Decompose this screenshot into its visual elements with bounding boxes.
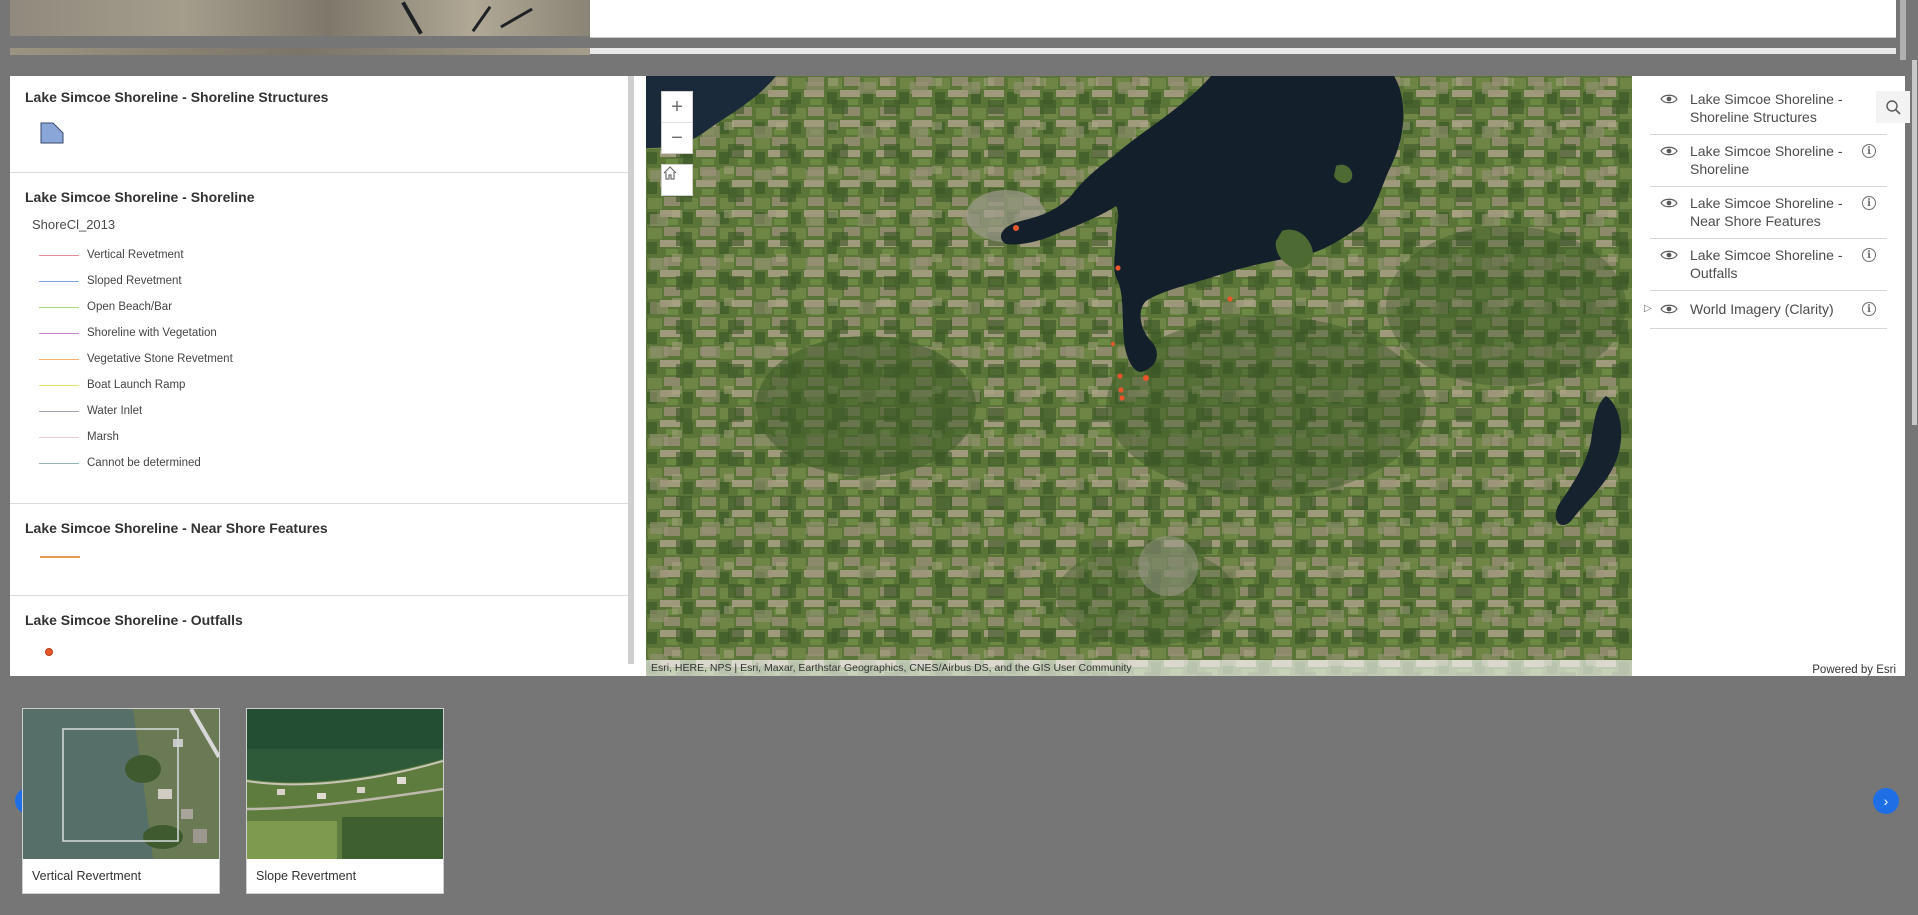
top-aerial-image-2 xyxy=(10,48,590,55)
search-icon xyxy=(1886,100,1901,115)
legend-section-structures: Lake Simcoe Shoreline - Shoreline Struct… xyxy=(10,76,630,173)
layer-label: Lake Simcoe Shoreline - Shoreline xyxy=(1690,143,1843,177)
home-icon xyxy=(663,166,677,180)
card-caption: Slope Revertment xyxy=(256,869,357,883)
legend-item: Boat Launch Ramp xyxy=(39,377,185,393)
carousel-card[interactable]: Vertical Revertment xyxy=(22,708,220,894)
legend-item: Vertical Revetment xyxy=(39,247,184,263)
legend-title: Lake Simcoe Shoreline - Shoreline xyxy=(25,189,255,205)
layer-item[interactable]: Lake Simcoe Shoreline - Outfalls i xyxy=(1650,246,1887,291)
legend-item-label: Vertical Revetment xyxy=(87,249,184,261)
line-swatch xyxy=(39,462,79,464)
legend-field-name: ShoreCl_2013 xyxy=(32,217,116,232)
expand-caret-icon[interactable]: ▷ xyxy=(1644,303,1652,314)
info-icon[interactable]: i xyxy=(1862,144,1876,158)
map-view[interactable]: + − Esri, HERE, NPS | Esri, Maxar, Earth… xyxy=(646,76,1632,676)
layer-list-panel: Lake Simcoe Shoreline - Shoreline Struct… xyxy=(1632,76,1905,676)
info-icon[interactable]: i xyxy=(1862,248,1876,262)
layer-label: World Imagery (Clarity) xyxy=(1690,301,1834,317)
card-caption: Vertical Revertment xyxy=(32,869,142,883)
outfall-point-swatch xyxy=(45,648,53,656)
line-swatch xyxy=(39,436,79,438)
info-icon[interactable]: i xyxy=(1862,302,1876,316)
legend-title: Lake Simcoe Shoreline - Shoreline Struct… xyxy=(25,89,329,105)
legend-item-label: Marsh xyxy=(87,431,119,443)
legend-item: Open Beach/Bar xyxy=(39,299,172,315)
card-thumbnail-image xyxy=(23,709,219,859)
line-swatch xyxy=(39,306,79,308)
map-attribution: Esri, HERE, NPS | Esri, Maxar, Earthstar… xyxy=(646,660,1632,676)
top-content-panel-2 xyxy=(590,48,1896,54)
legend-item-label: Shoreline with Vegetation xyxy=(87,327,217,339)
legend-item-label: Cannot be determined xyxy=(87,457,201,469)
home-button[interactable] xyxy=(661,164,693,196)
legend-title: Lake Simcoe Shoreline - Near Shore Featu… xyxy=(25,520,328,536)
legend-item-label: Sloped Revetment xyxy=(87,275,182,287)
line-swatch xyxy=(39,254,79,256)
satellite-imagery xyxy=(646,76,1632,676)
legend-item-label: Boat Launch Ramp xyxy=(87,379,186,391)
legend-item-label: Open Beach/Bar xyxy=(87,301,173,313)
near-shore-swatch xyxy=(40,556,80,558)
card-thumbnail-image xyxy=(247,709,443,859)
line-swatch xyxy=(39,280,79,282)
carousel-next-button[interactable]: › xyxy=(1873,788,1899,814)
legend-section-outfalls: Lake Simcoe Shoreline - Outfalls xyxy=(10,595,630,676)
visibility-eye-icon[interactable] xyxy=(1660,144,1678,158)
visibility-eye-icon[interactable] xyxy=(1660,92,1678,106)
zoom-control: + − xyxy=(661,91,693,154)
line-swatch xyxy=(39,358,79,360)
layer-label: Lake Simcoe Shoreline - Outfalls xyxy=(1690,247,1843,281)
map-panel: Lake Simcoe Shoreline - Shoreline Struct… xyxy=(10,76,1910,676)
legend-item: Water Inlet xyxy=(39,403,142,419)
layer-item[interactable]: Lake Simcoe Shoreline - Shoreline i xyxy=(1650,142,1887,187)
info-icon[interactable]: i xyxy=(1862,196,1876,210)
layer-label: Lake Simcoe Shoreline - Shoreline Struct… xyxy=(1690,91,1843,125)
layer-label: Lake Simcoe Shoreline - Near Shore Featu… xyxy=(1690,195,1843,229)
visibility-eye-icon[interactable] xyxy=(1660,248,1678,262)
legend-scrollbar[interactable] xyxy=(628,76,634,664)
top-story-strip xyxy=(0,0,1918,60)
legend-item: Marsh xyxy=(39,429,119,445)
carousel-card[interactable]: Slope Revertment xyxy=(246,708,444,894)
legend-item: Sloped Revetment xyxy=(39,273,182,289)
top-scrollbar[interactable] xyxy=(1900,0,1906,60)
legend-item-label: Water Inlet xyxy=(87,405,143,417)
layer-item[interactable]: Lake Simcoe Shoreline - Near Shore Featu… xyxy=(1650,194,1887,239)
legend-item-label: Vegetative Stone Revetment xyxy=(87,353,233,365)
visibility-eye-icon[interactable] xyxy=(1660,196,1678,210)
top-aerial-image xyxy=(10,0,590,36)
legend-title: Lake Simcoe Shoreline - Outfalls xyxy=(25,612,243,628)
polygon-swatch-icon xyxy=(40,122,64,144)
legend-item: Cannot be determined xyxy=(39,455,201,471)
legend-section-shoreline: Lake Simcoe Shoreline - Shoreline ShoreC… xyxy=(10,172,630,504)
visibility-eye-icon[interactable] xyxy=(1660,302,1678,316)
line-swatch xyxy=(39,332,79,334)
page-scrollbar[interactable] xyxy=(1912,60,1917,425)
line-swatch xyxy=(39,410,79,412)
line-swatch xyxy=(39,384,79,386)
powered-by-esri: Powered by Esri xyxy=(1812,664,1896,676)
legend-section-near-shore: Lake Simcoe Shoreline - Near Shore Featu… xyxy=(10,503,630,596)
top-content-panel xyxy=(590,0,1896,38)
legend-panel: Lake Simcoe Shoreline - Shoreline Struct… xyxy=(10,76,630,676)
legend-item: Vegetative Stone Revetment xyxy=(39,351,233,367)
zoom-in-button[interactable]: + xyxy=(662,92,692,122)
layer-item[interactable]: Lake Simcoe Shoreline - Shoreline Struct… xyxy=(1650,90,1887,135)
zoom-out-button[interactable]: − xyxy=(662,122,692,153)
layer-item[interactable]: ▷ World Imagery (Clarity) i xyxy=(1644,300,1887,329)
legend-item: Shoreline with Vegetation xyxy=(39,325,217,341)
search-button[interactable] xyxy=(1876,91,1910,123)
